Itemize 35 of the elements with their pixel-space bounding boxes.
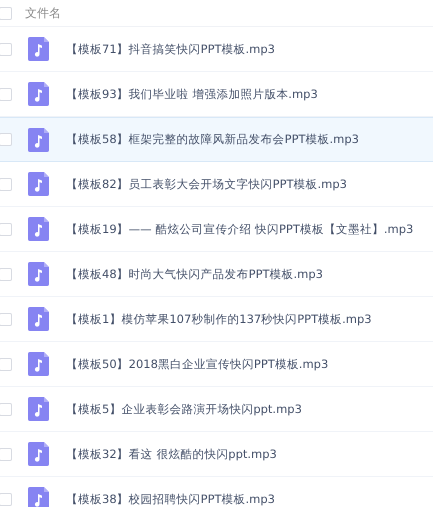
row-checkbox[interactable] — [0, 133, 12, 146]
music-file-icon — [28, 307, 49, 331]
music-file-icon — [28, 37, 49, 61]
music-file-icon — [28, 82, 49, 106]
file-name[interactable]: 【模板50】2018黑白企业宣传快闪PPT模板.mp3 — [66, 356, 328, 372]
music-file-icon — [28, 262, 49, 286]
music-file-icon — [28, 128, 49, 152]
file-name[interactable]: 【模板93】我们毕业啦 增强添加照片版本.mp3 — [66, 86, 318, 102]
select-all-checkbox[interactable] — [0, 6, 12, 20]
row-checkbox[interactable] — [0, 448, 12, 460]
file-name[interactable]: 【模板71】抖音搞笑快闪PPT模板.mp3 — [66, 42, 276, 56]
file-name[interactable]: 【模板48】时尚大气快闪产品发布PPT模板.mp3 — [66, 266, 324, 282]
music-file-icon — [28, 397, 49, 421]
file-name[interactable]: 【模板32】看这 很炫酷的快闪ppt.mp3 — [66, 446, 277, 462]
row-checkbox[interactable] — [0, 42, 12, 56]
file-name[interactable]: 【模板1】模仿苹果107秒制作的137秒快闪PPT模板.mp3 — [66, 312, 372, 326]
file-name[interactable]: 【模板82】员工表彰大会开场文字快闪PPT模板.mp3 — [66, 176, 348, 192]
row-checkbox[interactable] — [0, 88, 12, 100]
row-checkbox[interactable] — [0, 402, 12, 416]
music-file-icon — [28, 442, 49, 466]
file-name[interactable]: 【模板19】—— 酷炫公司宣传介绍 快闪PPT模板【文墨社】.mp3 — [66, 222, 414, 236]
row-checkbox[interactable] — [0, 268, 12, 280]
file-name[interactable]: 【模板38】校园招聘快闪PPT模板.mp3 — [66, 492, 276, 506]
row-checkbox[interactable] — [0, 358, 12, 370]
music-file-icon — [28, 172, 49, 196]
column-header: 文件名 — [25, 4, 61, 22]
row-checkbox[interactable] — [0, 492, 12, 506]
music-file-icon — [28, 352, 49, 376]
row-checkbox[interactable] — [0, 178, 12, 190]
file-name[interactable]: 【模板58】框架完整的故障风新品发布会PPT模板.mp3 — [66, 132, 360, 147]
row-checkbox[interactable] — [0, 222, 12, 236]
file-name[interactable]: 【模板5】企业表彰会路演开场快闪ppt.mp3 — [66, 402, 302, 416]
music-file-icon — [28, 217, 49, 241]
row-checkbox[interactable] — [0, 312, 12, 326]
file-row[interactable]: 【模板58】框架完整的故障风新品发布会PPT模板.mp3 — [0, 117, 433, 162]
